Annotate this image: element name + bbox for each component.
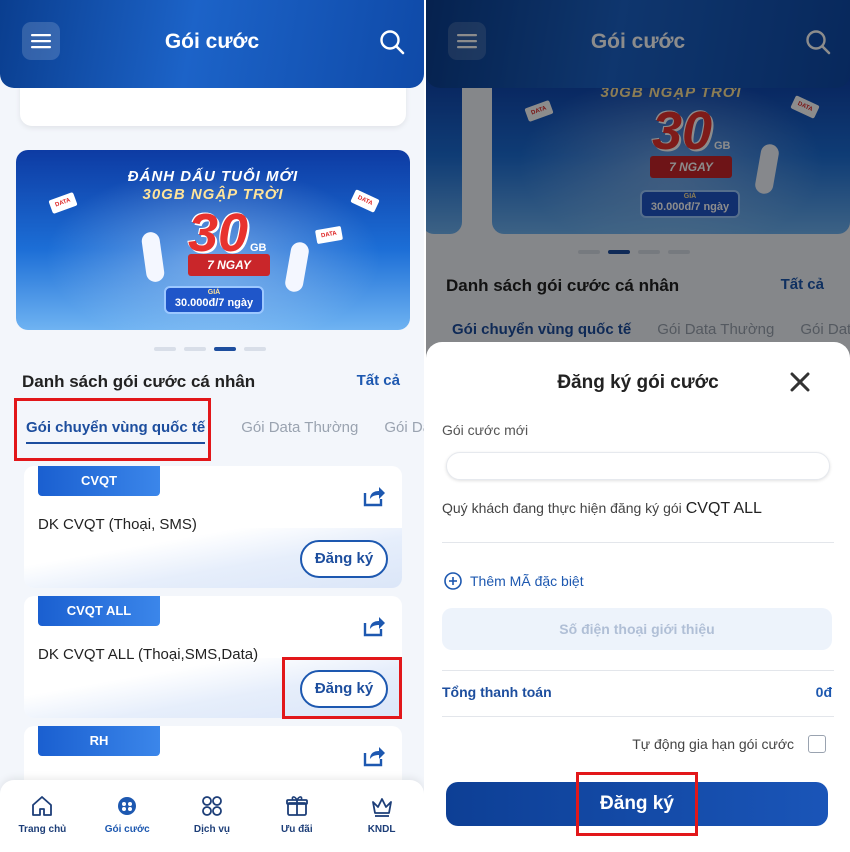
package-badge: CVQT	[38, 466, 160, 496]
nav-label: Ưu đãi	[280, 824, 313, 835]
nav-label: Dịch vụ	[193, 824, 231, 835]
total-value: 0đ	[815, 684, 832, 700]
banner-price-tag: GIÁ 30.000đ/7 ngày	[164, 286, 264, 314]
nav-label: Trang chủ	[18, 824, 67, 835]
carousel-dot[interactable]	[244, 347, 266, 351]
package-icon	[118, 797, 137, 815]
section-title: Danh sách gói cước cá nhân	[22, 372, 256, 391]
highlight-box-register	[282, 657, 402, 719]
gift-icon	[285, 796, 308, 816]
divider	[442, 670, 834, 671]
share-icon[interactable]	[362, 614, 386, 638]
register-info-text: Quý khách đang thực hiện đăng ký gói	[442, 500, 682, 516]
package-name: DK CVQT ALL (Thoại,SMS,Data)	[38, 646, 259, 663]
highlight-box-submit	[576, 772, 698, 836]
crown-icon	[371, 798, 392, 817]
price-label: GIÁ	[207, 289, 221, 296]
register-sheet: Đăng ký gói cước Gói cước mới Quý khách …	[426, 342, 850, 852]
tab-data[interactable]: Gói Data	[384, 419, 424, 436]
search-icon[interactable]	[378, 28, 406, 56]
auto-renew-checkbox[interactable]	[808, 735, 826, 753]
plus-circle-icon	[444, 572, 462, 590]
sheet-title: Đăng ký gói cước	[557, 372, 719, 393]
tab-data-regular[interactable]: Gói Data Thường	[241, 419, 358, 436]
see-all-link[interactable]: Tất cả	[357, 372, 400, 389]
package-badge: RH	[38, 726, 160, 756]
register-info-package: CVQT ALL	[685, 500, 762, 517]
share-icon[interactable]	[362, 744, 386, 768]
divider	[442, 716, 834, 717]
home-icon	[32, 796, 53, 816]
banner-data-unit: GB	[250, 242, 267, 254]
app-header: Gói cước	[0, 0, 424, 88]
carousel-dot[interactable]	[154, 347, 176, 351]
divider	[442, 542, 834, 543]
nav-home[interactable]: Trang chủ	[0, 780, 85, 852]
carousel-dots	[154, 347, 266, 351]
new-package-field[interactable]	[446, 452, 830, 480]
close-icon[interactable]	[788, 370, 812, 394]
price-value: 30.000đ/7 ngày	[174, 297, 254, 309]
package-name: DK CVQT (Thoại, SMS)	[38, 516, 197, 533]
package-card: CVQT DK CVQT (Thoại, SMS) Đăng ký	[24, 466, 402, 588]
highlight-box-tab	[14, 398, 211, 461]
share-icon[interactable]	[362, 484, 386, 508]
referral-phone-input[interactable]: Số điện thoại giới thiệu	[442, 608, 832, 650]
package-list-screen: Gói cước ĐÁNH DẤU TUỔI MỚI 30GB NGẬP TRỜ…	[0, 0, 424, 852]
auto-renew-label: Tự động gia hạn gói cước	[632, 736, 794, 752]
page-title: Gói cước	[164, 30, 260, 53]
promo-banner[interactable]: ĐÁNH DẤU TUỔI MỚI 30GB NGẬP TRỜI DATA DA…	[16, 150, 410, 330]
add-special-code-button[interactable]: Thêm MÃ đặc biệt	[444, 572, 584, 590]
nav-kndl[interactable]: KNDL	[339, 780, 424, 852]
nav-label: Gói cước	[104, 824, 150, 835]
carousel-dot[interactable]	[184, 347, 206, 351]
grid-icon	[202, 796, 222, 816]
package-badge: CVQT ALL	[38, 596, 160, 626]
new-package-label: Gói cước mới	[442, 422, 529, 438]
carousel-dot-active[interactable]	[214, 347, 236, 351]
nav-label: KNDL	[367, 824, 396, 835]
register-button[interactable]: Đăng ký	[300, 540, 388, 578]
nav-services[interactable]: Dịch vụ	[170, 780, 255, 852]
total-label: Tổng thanh toán	[442, 684, 552, 700]
nav-offers[interactable]: Ưu đãi	[254, 780, 339, 852]
nav-packages[interactable]: Gói cước	[85, 780, 170, 852]
banner-duration: 7 NGAY	[188, 254, 270, 276]
register-modal-screen: Gói cước 30GB NGẬP TRỜI DATA DATA 30 GB …	[426, 0, 850, 852]
banner-headline: ĐÁNH DẤU TUỔI MỚI	[127, 168, 299, 185]
add-special-code-label: Thêm MÃ đặc biệt	[470, 573, 584, 589]
bottom-nav: Trang chủ Gói cước Dịch vụ Ưu đãi KNDL	[0, 780, 424, 852]
register-info: Quý khách đang thực hiện đăng ký gói CVQT…	[442, 500, 762, 518]
